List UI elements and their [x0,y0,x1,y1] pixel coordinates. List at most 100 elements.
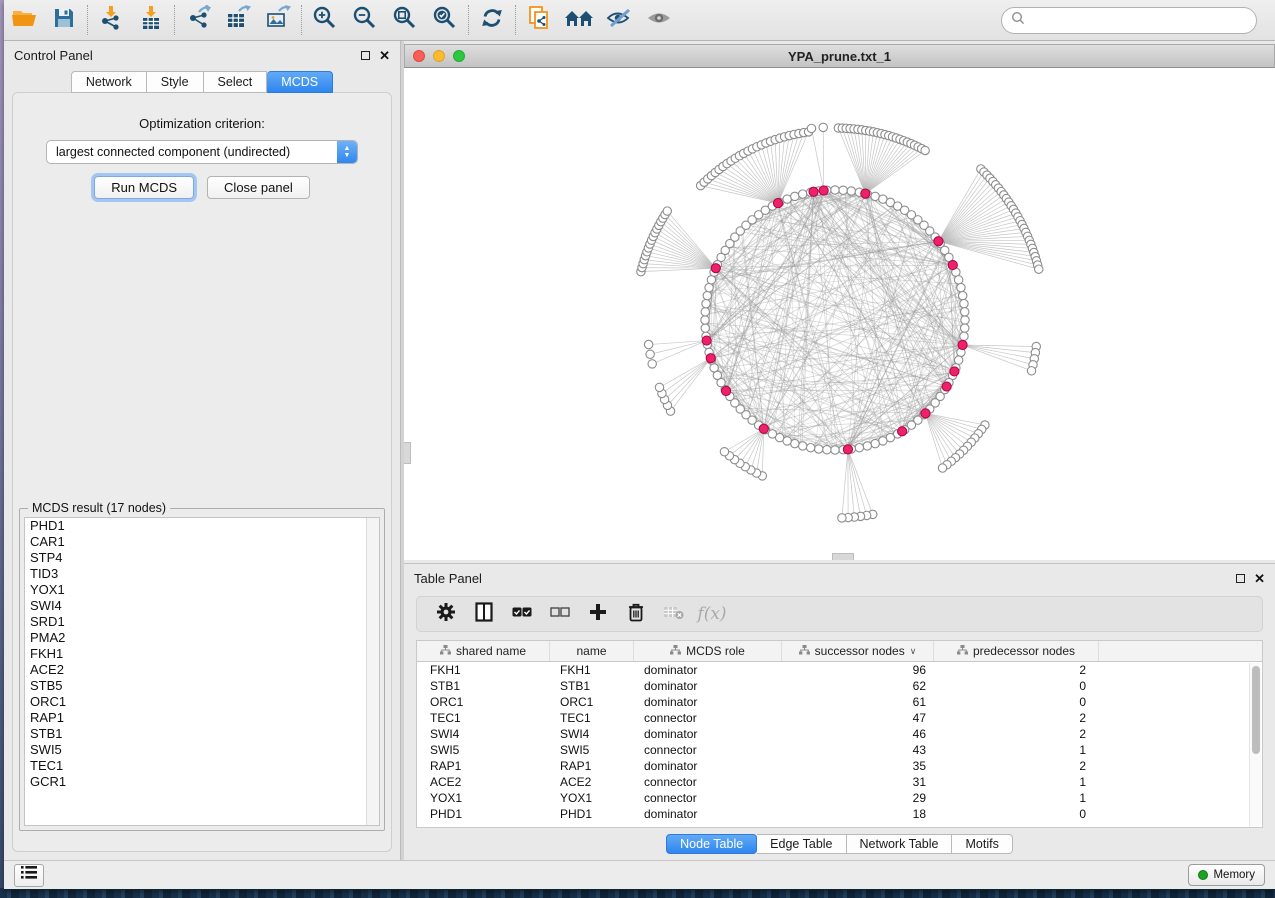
bottom-splitter-handle[interactable] [832,553,854,560]
cell-successor-nodes[interactable]: 18 [782,807,934,821]
column-header-name[interactable]: name [550,641,634,661]
cell-successor-nodes[interactable]: 96 [782,663,934,677]
cell-shared-name[interactable]: RAP1 [417,759,550,773]
cell-predecessor-nodes[interactable]: 0 [934,695,1099,709]
mcds-result-item[interactable]: PMA2 [25,630,379,646]
mcds-result-item[interactable]: RAP1 [25,710,379,726]
tab-motifs[interactable]: Motifs [952,834,1012,854]
cell-shared-name[interactable]: PHD1 [417,807,550,821]
table-scrollbar-thumb[interactable] [1252,666,1260,754]
select-all-button[interactable] [503,599,541,629]
column-header-predecessor-nodes[interactable]: predecessor nodes [934,641,1099,661]
cell-predecessor-nodes[interactable]: 2 [934,727,1099,741]
mcds-result-item[interactable]: SWI4 [25,598,379,614]
column-layout-button[interactable] [465,599,503,629]
cell-name[interactable]: PHD1 [550,807,634,821]
function-builder-button[interactable]: f(x) [693,599,731,629]
zoom-in-button[interactable] [305,3,345,37]
zoom-fit-button[interactable] [385,3,425,37]
mcds-result-item[interactable]: STB1 [25,726,379,742]
cell-name[interactable]: ACE2 [550,775,634,789]
open-session-button[interactable] [4,3,44,37]
float-panel-icon[interactable] [361,51,370,60]
table-row[interactable]: ORC1ORC1dominator610 [417,694,1262,710]
table-row[interactable]: SWI5SWI5connector431 [417,742,1262,758]
cell-MCDS-role[interactable]: dominator [634,727,782,741]
import-table-button[interactable] [131,3,171,37]
cell-MCDS-role[interactable]: connector [634,743,782,757]
mcds-result-item[interactable]: PHD1 [25,518,379,534]
cell-successor-nodes[interactable]: 46 [782,727,934,741]
delete-table-button[interactable] [655,599,693,629]
mcds-result-item[interactable]: STB5 [25,678,379,694]
tab-node-table[interactable]: Node Table [666,834,757,854]
table-scrollbar[interactable] [1249,663,1261,826]
run-mcds-button[interactable]: Run MCDS [94,176,194,199]
cell-MCDS-role[interactable]: dominator [634,807,782,821]
show-all-button[interactable] [639,3,679,37]
column-header-successor-nodes[interactable]: successor nodes∨ [782,641,934,661]
cell-predecessor-nodes[interactable]: 2 [934,759,1099,773]
cell-name[interactable]: FKH1 [550,663,634,677]
deselect-all-button[interactable] [541,599,579,629]
task-history-button[interactable] [14,864,44,887]
cell-name[interactable]: YOX1 [550,791,634,805]
network-canvas[interactable] [404,68,1275,560]
mcds-result-item[interactable]: YOX1 [25,582,379,598]
mcds-result-item[interactable]: SRD1 [25,614,379,630]
network-window-titlebar[interactable]: YPA_prune.txt_1 [404,44,1275,68]
left-splitter-handle[interactable] [404,442,411,464]
zoom-out-button[interactable] [345,3,385,37]
cell-MCDS-role[interactable]: connector [634,775,782,789]
cell-predecessor-nodes[interactable]: 2 [934,663,1099,677]
save-session-button[interactable] [44,3,84,37]
cell-MCDS-role[interactable]: dominator [634,679,782,693]
tab-mcds[interactable]: MCDS [267,71,333,93]
cell-MCDS-role[interactable]: connector [634,791,782,805]
tab-style[interactable]: Style [147,71,204,93]
houses-button[interactable] [559,3,599,37]
table-row[interactable]: STB1STB1dominator620 [417,678,1262,694]
mcds-result-item[interactable]: CAR1 [25,534,379,550]
mcds-result-item[interactable]: SWI5 [25,742,379,758]
cell-successor-nodes[interactable]: 35 [782,759,934,773]
cell-predecessor-nodes[interactable]: 2 [934,711,1099,725]
export-image-button[interactable] [258,3,298,37]
cell-name[interactable]: SWI4 [550,727,634,741]
cell-successor-nodes[interactable]: 47 [782,711,934,725]
close-panel-button[interactable]: Close panel [207,176,310,199]
delete-column-button[interactable] [617,599,655,629]
cell-name[interactable]: SWI5 [550,743,634,757]
tab-edge-table[interactable]: Edge Table [757,834,846,854]
float-panel-icon[interactable] [1236,574,1245,583]
hide-selected-button[interactable] [599,3,639,37]
cell-shared-name[interactable]: TEC1 [417,711,550,725]
mcds-result-item[interactable]: TEC1 [25,758,379,774]
zoom-selected-button[interactable] [425,3,465,37]
refresh-button[interactable] [472,3,512,37]
memory-button[interactable]: Memory [1188,864,1265,886]
table-row[interactable]: YOX1YOX1connector291 [417,790,1262,806]
tab-select[interactable]: Select [204,71,268,93]
cell-predecessor-nodes[interactable]: 0 [934,807,1099,821]
cell-predecessor-nodes[interactable]: 0 [934,679,1099,693]
cell-shared-name[interactable]: YOX1 [417,791,550,805]
table-row[interactable]: RAP1RAP1dominator352 [417,758,1262,774]
cell-name[interactable]: RAP1 [550,759,634,773]
export-table-button[interactable] [218,3,258,37]
cell-shared-name[interactable]: SWI4 [417,727,550,741]
mcds-result-item[interactable]: ACE2 [25,662,379,678]
cell-shared-name[interactable]: ORC1 [417,695,550,709]
cell-MCDS-role[interactable]: connector [634,711,782,725]
gear-button[interactable] [427,599,465,629]
cell-name[interactable]: STB1 [550,679,634,693]
cell-successor-nodes[interactable]: 29 [782,791,934,805]
cell-shared-name[interactable]: SWI5 [417,743,550,757]
cell-MCDS-role[interactable]: dominator [634,759,782,773]
cell-name[interactable]: ORC1 [550,695,634,709]
table-row[interactable]: SWI4SWI4dominator462 [417,726,1262,742]
criterion-dropdown[interactable]: largest connected component (undirected)… [46,140,358,164]
cell-MCDS-role[interactable]: dominator [634,695,782,709]
mcds-result-item[interactable]: FKH1 [25,646,379,662]
cell-shared-name[interactable]: STB1 [417,679,550,693]
